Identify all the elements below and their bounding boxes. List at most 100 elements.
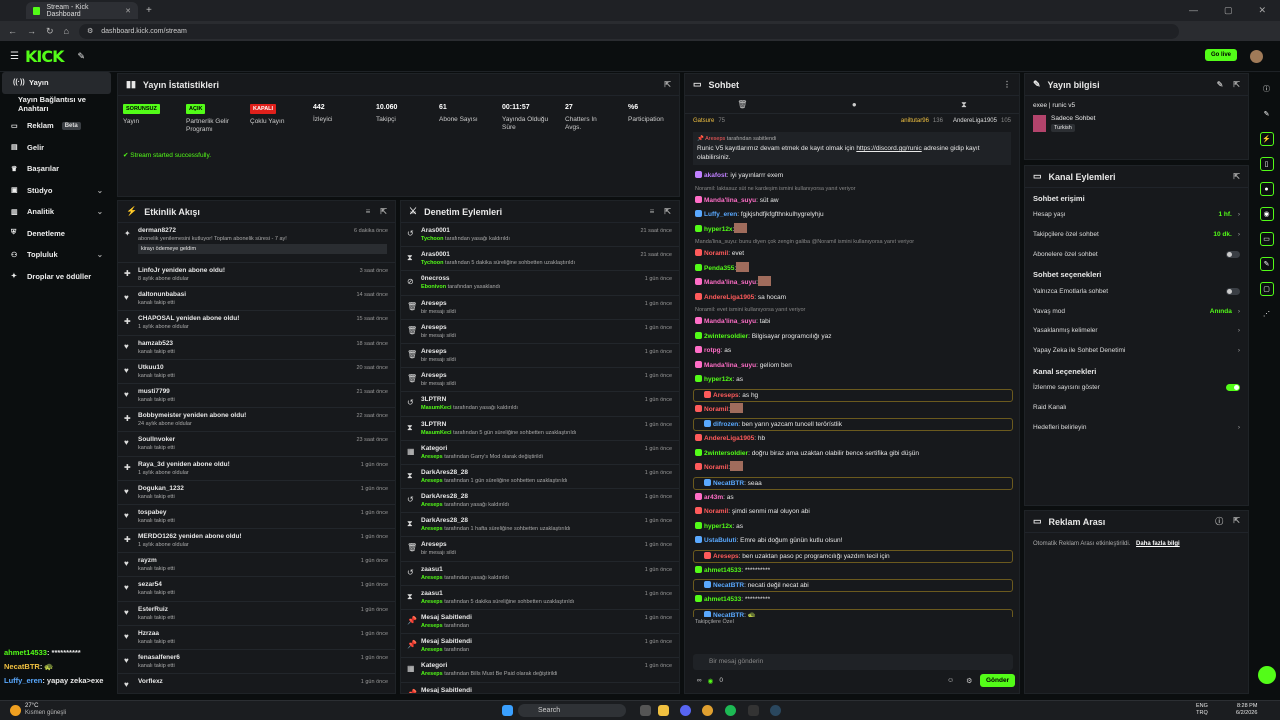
- sidebar-item-9[interactable]: ✦ Droplar ve ödüller: [0, 266, 113, 288]
- new-tab-icon[interactable]: +: [146, 5, 152, 16]
- url-field[interactable]: ⚙ dashboard.kick.com/stream: [78, 23, 1179, 39]
- chat-input[interactable]: Bir mesaj gönderin: [693, 654, 1013, 670]
- setting-row[interactable]: Hesap yaşı 1 hf. ›: [1025, 205, 1248, 225]
- taskbar-search[interactable]: Search: [518, 704, 626, 717]
- hourglass-icon[interactable]: ⧗: [961, 100, 967, 110]
- pin-icon[interactable]: ✎: [77, 51, 85, 62]
- chat-username[interactable]: ahmet14533: [704, 567, 741, 574]
- setting-row[interactable]: Yavaş mod Anında ›: [1025, 301, 1248, 321]
- forward-icon[interactable]: →: [27, 26, 36, 36]
- minimize-icon[interactable]: —: [1189, 5, 1198, 16]
- users-icon[interactable]: ∞: [697, 677, 702, 685]
- chat-username[interactable]: rotpg: [704, 347, 721, 354]
- chevron-right-icon[interactable]: ›: [1238, 308, 1240, 315]
- settings-icon[interactable]: ⚙: [966, 677, 972, 685]
- chat-username[interactable]: AndereLiga1905: [704, 294, 754, 301]
- sidebar-item-1[interactable]: Yayın Bağlantısı ve Anahtarı: [0, 94, 113, 116]
- sidebar-item-3[interactable]: ▤ Gelir: [0, 137, 113, 159]
- toggle-switch[interactable]: [1226, 250, 1240, 258]
- discord-icon[interactable]: [680, 705, 691, 716]
- chat-username[interactable]: Areseps: [713, 392, 739, 399]
- sidebar-item-6[interactable]: ▥ Analitik ⌄: [0, 201, 113, 223]
- chat-username[interactable]: Manda'lina_suyu: [704, 197, 756, 204]
- setting-row[interactable]: Raid Kanalı: [1025, 397, 1248, 417]
- close-window-icon[interactable]: ✕: [1258, 5, 1266, 16]
- setting-row[interactable]: Takipçilere özel sohbet 10 dk. ›: [1025, 225, 1248, 245]
- learn-more-link[interactable]: Daha fazla bilgi: [1136, 541, 1180, 547]
- support-button[interactable]: [1258, 666, 1276, 684]
- chat-icon[interactable]: ●: [1259, 182, 1274, 196]
- chat-bubble-icon[interactable]: ●: [852, 100, 857, 109]
- back-icon[interactable]: ←: [8, 26, 17, 36]
- maximize-icon[interactable]: ▢: [1224, 5, 1233, 16]
- chat-username[interactable]: NecatBTR: [713, 582, 744, 589]
- discord-link[interactable]: https://discord.gg/runic: [856, 145, 921, 152]
- steam-icon[interactable]: [770, 705, 781, 716]
- chevron-right-icon[interactable]: ›: [1238, 211, 1240, 218]
- chat-username[interactable]: Noramil: [704, 250, 728, 257]
- chat-username[interactable]: 2wintersoldier: [704, 333, 748, 340]
- doc-icon[interactable]: ▯: [1259, 157, 1274, 171]
- tv-icon[interactable]: ▭: [1259, 232, 1274, 246]
- chat-username[interactable]: Luffy_eren: [704, 211, 737, 218]
- chat-username[interactable]: Noramil: [704, 508, 728, 515]
- chat-username[interactable]: Areseps: [713, 553, 739, 560]
- chevron-down-icon[interactable]: ⌄: [97, 250, 103, 259]
- trash-icon[interactable]: 🗑: [737, 100, 747, 109]
- chat-username[interactable]: ahmet14533: [704, 596, 741, 603]
- radio-icon[interactable]: ◉: [1259, 207, 1274, 221]
- setting-row[interactable]: Abonelere özel sohbet: [1025, 245, 1248, 265]
- chat-username[interactable]: akafost: [704, 172, 727, 179]
- home-icon[interactable]: ⌂: [64, 26, 69, 36]
- setting-row[interactable]: Hedefleri belirleyin ›: [1025, 417, 1248, 437]
- setting-row[interactable]: Yalnızca Emotlarla sohbet: [1025, 281, 1248, 301]
- more-icon[interactable]: ⋮: [1003, 80, 1011, 89]
- sidebar-item-7[interactable]: ⛨ Denetleme: [0, 223, 113, 245]
- chat-username[interactable]: Manda'lina_suyu: [704, 318, 756, 325]
- popout-icon[interactable]: ⇱: [664, 80, 671, 89]
- popout-icon[interactable]: ⇱: [1233, 516, 1240, 527]
- chrome-icon[interactable]: [702, 705, 713, 716]
- chat-username[interactable]: NecatBTR: [713, 612, 744, 618]
- chat-username[interactable]: 2wintersoldier: [704, 450, 748, 457]
- chevron-down-icon[interactable]: ⌄: [97, 207, 103, 216]
- toggle-switch[interactable]: [1226, 287, 1240, 295]
- chevron-down-icon[interactable]: ⌄: [97, 186, 103, 195]
- popout-icon[interactable]: ⇱: [380, 207, 387, 216]
- filter-icon[interactable]: ≡: [366, 207, 371, 216]
- setting-row[interactable]: İzlenme sayısını göster: [1025, 378, 1248, 398]
- chat-username[interactable]: AndereLiga1905: [704, 435, 754, 442]
- chat-username[interactable]: UstaBuluti: [704, 537, 737, 544]
- close-tab-icon[interactable]: ✕: [125, 7, 131, 15]
- avatar[interactable]: [1250, 50, 1263, 63]
- chat-username[interactable]: hyper12x: [704, 523, 733, 530]
- info-icon[interactable]: ⓘ: [1260, 82, 1274, 96]
- zap-icon[interactable]: ⚡: [1259, 132, 1274, 146]
- info-icon[interactable]: ⓘ: [1215, 516, 1223, 527]
- kick-logo[interactable]: KICK: [25, 47, 64, 66]
- sidebar-item-5[interactable]: ▣ Stüdyo ⌄: [0, 180, 113, 202]
- language-tag[interactable]: Turkish: [1051, 124, 1075, 132]
- chat-username[interactable]: difrozen: [713, 421, 738, 428]
- file-explorer-icon[interactable]: [658, 705, 669, 716]
- menu-icon[interactable]: ☰: [10, 51, 19, 62]
- sidebar-item-4[interactable]: ♛ Başarılar: [0, 158, 113, 180]
- chat-username[interactable]: Noramil: [704, 464, 728, 471]
- edit-icon[interactable]: ✎: [1260, 107, 1274, 121]
- sidebar-item-2[interactable]: ▭ Reklam Beta: [0, 115, 113, 137]
- sidebar-item-0[interactable]: ((·)) Yayın: [2, 72, 111, 94]
- chat-username[interactable]: Manda'lina_suyu: [704, 362, 756, 369]
- chevron-right-icon[interactable]: ›: [1238, 347, 1240, 354]
- popout-icon[interactable]: ⇱: [1233, 80, 1240, 89]
- browser-tab[interactable]: Stream - Kick Dashboard ✕: [26, 2, 138, 19]
- popout-icon[interactable]: ⇱: [664, 207, 671, 216]
- windows-start-icon[interactable]: [502, 705, 513, 716]
- tool-icon[interactable]: ✎: [1259, 257, 1274, 271]
- chevron-right-icon[interactable]: ›: [1238, 327, 1240, 334]
- chat-username[interactable]: Penda355: [704, 265, 734, 272]
- chat-username[interactable]: Noramil: [704, 406, 728, 413]
- toggle-switch[interactable]: [1226, 383, 1240, 391]
- chat-username[interactable]: hyper12x: [704, 226, 733, 233]
- chevron-right-icon[interactable]: ›: [1238, 231, 1240, 238]
- setting-row[interactable]: Yapay Zeka ile Sohbet Denetimi ›: [1025, 341, 1248, 361]
